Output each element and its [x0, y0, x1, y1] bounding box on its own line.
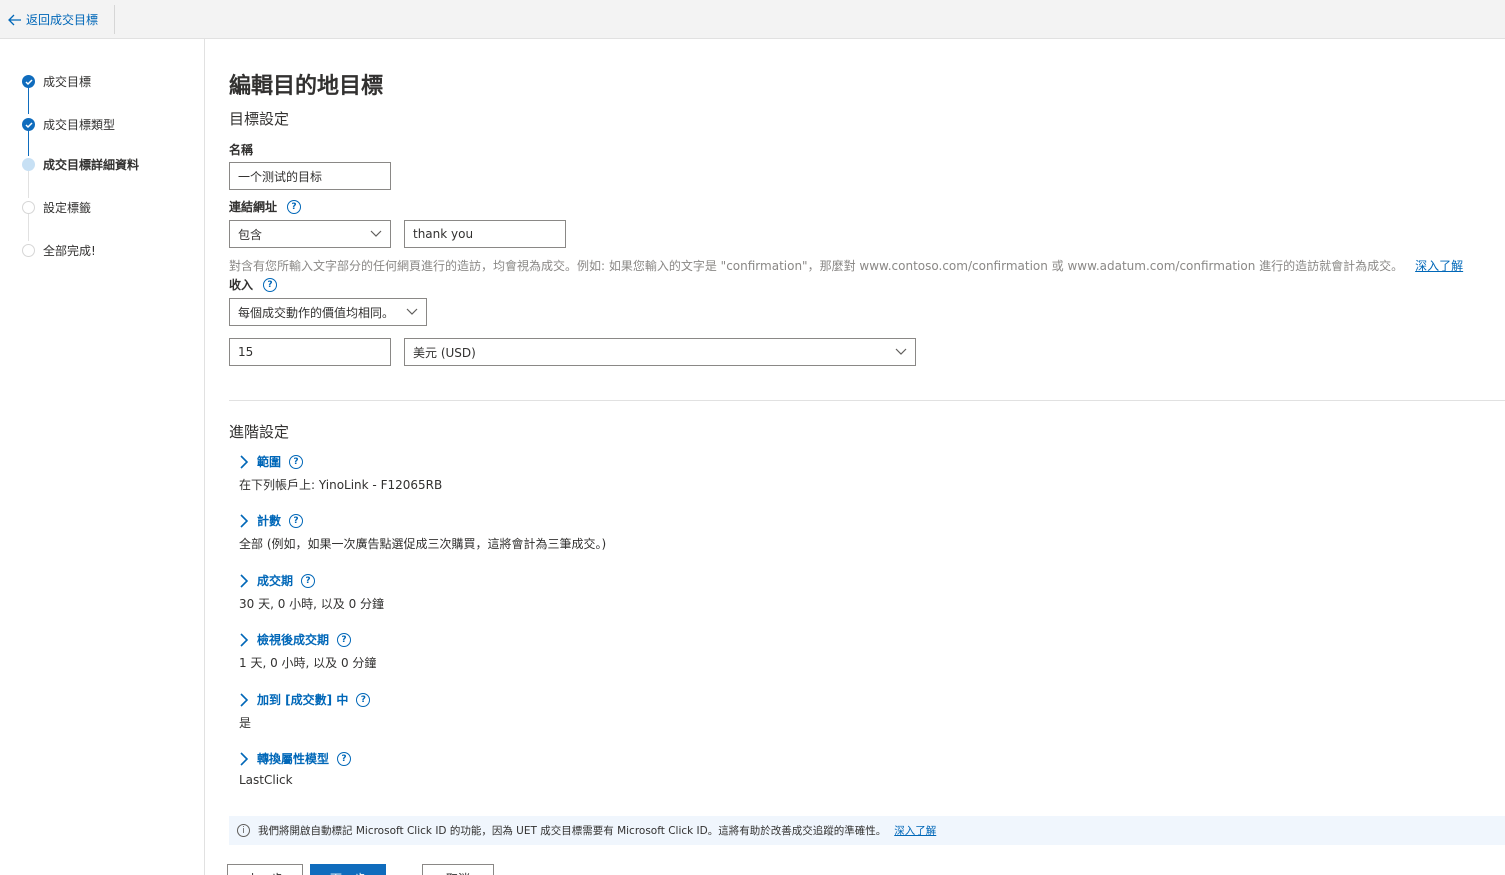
- chevron-right-icon: [240, 632, 249, 647]
- current-step-dot-icon: [22, 158, 35, 171]
- advanced-include-in-conversions: 加到 [成交數] 中 ? 是: [239, 691, 371, 731]
- advanced-count-toggle[interactable]: 計數 ?: [239, 512, 606, 529]
- chevron-down-icon: [406, 308, 418, 315]
- step-connector: [28, 88, 29, 114]
- help-icon[interactable]: ?: [287, 199, 302, 214]
- info-message-bar: i 我們將開啟自動標記 Microsoft Click ID 的功能，因為 UE…: [229, 816, 1505, 845]
- goal-settings-heading: 目標設定: [229, 110, 290, 128]
- help-icon[interactable]: ?: [356, 692, 371, 707]
- page-title: 編輯目的地目標: [229, 74, 384, 99]
- advanced-include-in-conversions-value: 是: [239, 716, 252, 730]
- advanced-attribution-model-value: LastClick: [239, 773, 293, 787]
- step-label: 全部完成!: [43, 244, 96, 258]
- name-input[interactable]: 一个测试的目标: [229, 162, 391, 190]
- arrow-left-icon: [8, 14, 21, 25]
- topbar-divider: [114, 5, 115, 34]
- step-set-tag: 設定標籤: [22, 199, 91, 216]
- help-icon[interactable]: ?: [263, 277, 278, 292]
- url-label: 連結網址 ?: [229, 198, 302, 215]
- step-label: 成交目標: [43, 75, 92, 89]
- advanced-attribution-model: 轉換屬性模型 ? LastClick: [239, 750, 352, 787]
- back-button[interactable]: 上一步: [227, 864, 303, 875]
- step-connector: [28, 214, 29, 241]
- section-divider: [229, 400, 1505, 401]
- step-goal-type[interactable]: 成交目標類型: [22, 116, 115, 133]
- top-bar: 返回成交目標: [0, 0, 1505, 39]
- back-link-label: 返回成交目標: [26, 13, 99, 27]
- advanced-scope: 範圍 ? 在下列帳戶上: YinoLink - F12065RB: [239, 453, 442, 493]
- advanced-conversion-window: 成交期 ? 30 天, 0 小時, 以及 0 分鐘: [239, 572, 384, 612]
- step-connector: [28, 131, 29, 156]
- advanced-view-through-window-toggle[interactable]: 檢視後成交期 ?: [239, 631, 376, 648]
- advanced-scope-value: 在下列帳戶上: YinoLink - F12065RB: [239, 478, 443, 492]
- step-label: 成交目標詳細資料: [43, 158, 140, 172]
- info-message-text: 我們將開啟自動標記 Microsoft Click ID 的功能，因為 UET …: [258, 825, 887, 837]
- info-learn-more-link[interactable]: 深入了解: [894, 823, 936, 838]
- advanced-attribution-model-toggle[interactable]: 轉換屬性模型 ?: [239, 750, 352, 767]
- step-label: 設定標籤: [43, 201, 92, 215]
- step-label: 成交目標類型: [43, 118, 116, 132]
- help-icon[interactable]: ?: [301, 573, 316, 588]
- help-icon[interactable]: ?: [337, 632, 352, 647]
- url-operator-select[interactable]: 包含: [229, 220, 391, 248]
- chevron-right-icon: [240, 751, 249, 766]
- help-icon[interactable]: ?: [337, 751, 352, 766]
- advanced-conversion-window-value: 30 天, 0 小時, 以及 0 分鐘: [239, 597, 385, 611]
- back-to-goals-link[interactable]: 返回成交目標: [8, 11, 98, 28]
- pending-step-dot-icon: [22, 244, 35, 257]
- advanced-count-value: 全部 (例如，如果一次廣告點選促成三次購買，這將會計為三筆成交。): [239, 537, 607, 551]
- chevron-right-icon: [240, 454, 249, 469]
- advanced-conversion-window-toggle[interactable]: 成交期 ?: [239, 572, 384, 589]
- chevron-right-icon: [240, 692, 249, 707]
- advanced-scope-toggle[interactable]: 範圍 ?: [239, 453, 442, 470]
- step-goal-details[interactable]: 成交目標詳細資料: [22, 156, 139, 173]
- wizard-stepper: 成交目標 成交目標類型 成交目標詳細資料 設定標籤 全部完成!: [0, 39, 205, 875]
- chevron-down-icon: [895, 348, 907, 355]
- step-all-done: 全部完成!: [22, 242, 96, 259]
- help-icon[interactable]: ?: [289, 513, 304, 528]
- url-value-input[interactable]: thank you: [404, 220, 566, 248]
- pending-step-dot-icon: [22, 201, 35, 214]
- info-icon: i: [237, 824, 250, 837]
- advanced-view-through-window-value: 1 天, 0 小時, 以及 0 分鐘: [239, 656, 377, 670]
- chevron-right-icon: [240, 513, 249, 528]
- advanced-include-in-conversions-toggle[interactable]: 加到 [成交數] 中 ?: [239, 691, 371, 708]
- chevron-right-icon: [240, 573, 249, 588]
- cancel-button[interactable]: 取消: [422, 864, 494, 875]
- advanced-view-through-window: 檢視後成交期 ? 1 天, 0 小時, 以及 0 分鐘: [239, 631, 376, 671]
- revenue-label: 收入 ?: [229, 276, 278, 293]
- next-button[interactable]: 下一步: [310, 864, 386, 875]
- check-icon: [22, 118, 35, 131]
- help-icon[interactable]: ?: [289, 454, 304, 469]
- name-label: 名稱: [229, 143, 254, 157]
- step-connector: [28, 171, 29, 198]
- revenue-value-input[interactable]: 15: [229, 338, 391, 366]
- advanced-count: 計數 ? 全部 (例如，如果一次廣告點選促成三次購買，這將會計為三筆成交。): [239, 512, 606, 552]
- revenue-type-select[interactable]: 每個成交動作的價值均相同。: [229, 298, 427, 326]
- advanced-settings-heading: 進階設定: [229, 423, 290, 441]
- learn-more-link[interactable]: 深入了解: [1415, 259, 1463, 273]
- check-icon: [22, 75, 35, 88]
- url-hint: 對含有您所輸入文字部分的任何網頁進行的造訪，均會視為成交。例如: 如果您輸入的文…: [229, 259, 1464, 273]
- chevron-down-icon: [370, 230, 382, 237]
- currency-select[interactable]: 美元 (USD): [404, 338, 916, 366]
- step-goal[interactable]: 成交目標: [22, 73, 91, 90]
